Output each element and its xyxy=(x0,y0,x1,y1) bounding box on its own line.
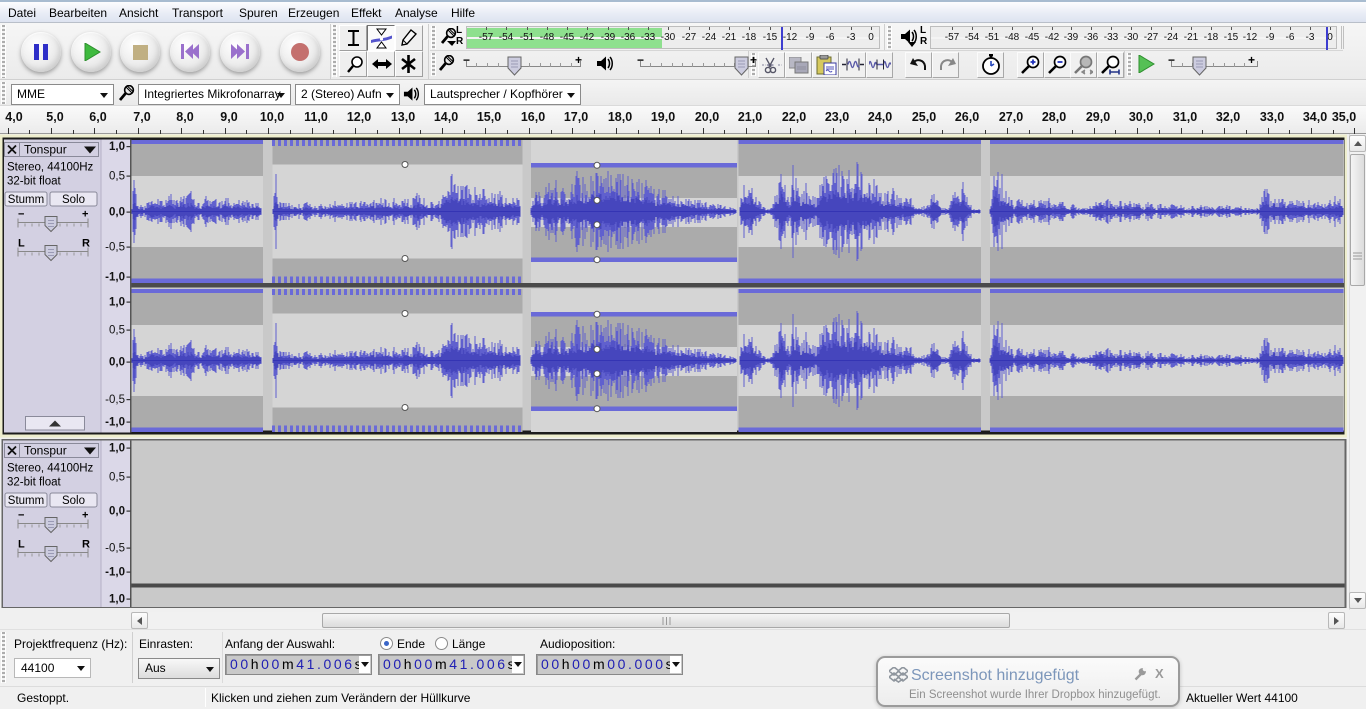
svg-text:R: R xyxy=(82,539,90,551)
svg-text:L: L xyxy=(18,539,25,551)
svg-text:1,0: 1,0 xyxy=(109,297,125,309)
svg-text:0,0: 0,0 xyxy=(109,207,125,219)
svg-text:-0,5: -0,5 xyxy=(105,543,125,555)
svg-text:0,5: 0,5 xyxy=(109,171,125,183)
svg-text:-0,5: -0,5 xyxy=(105,242,125,254)
svg-text:1,0: 1,0 xyxy=(109,594,125,606)
svg-text:L: L xyxy=(18,238,25,250)
svg-text:-1,0: -1,0 xyxy=(105,567,125,579)
svg-text:Solo: Solo xyxy=(62,194,85,206)
svg-text:Stereo, 44100Hz: Stereo, 44100Hz xyxy=(7,162,94,174)
svg-text:+: + xyxy=(82,510,88,522)
svg-text:Stumm: Stumm xyxy=(8,495,44,507)
svg-text:−: − xyxy=(18,510,24,522)
svg-text:0,0: 0,0 xyxy=(109,357,125,369)
svg-text:Tonspur: Tonspur xyxy=(24,444,67,458)
svg-text:Stereo, 44100Hz: Stereo, 44100Hz xyxy=(7,463,94,475)
svg-text:1,0: 1,0 xyxy=(109,443,125,455)
svg-text:-1,0: -1,0 xyxy=(105,417,125,429)
svg-text:0,5: 0,5 xyxy=(109,325,125,337)
svg-text:1,0: 1,0 xyxy=(109,141,125,153)
svg-text:−: − xyxy=(18,209,24,221)
svg-text:Stumm: Stumm xyxy=(8,194,44,206)
svg-text:-1,0: -1,0 xyxy=(105,272,125,284)
svg-text:-0,5: -0,5 xyxy=(105,394,125,406)
svg-text:+: + xyxy=(82,209,88,221)
svg-text:R: R xyxy=(82,238,90,250)
svg-text:32-bit float: 32-bit float xyxy=(7,477,62,489)
svg-text:Tonspur: Tonspur xyxy=(24,143,67,157)
svg-text:0,0: 0,0 xyxy=(109,506,125,518)
svg-text:32-bit float: 32-bit float xyxy=(7,176,62,188)
svg-text:0,5: 0,5 xyxy=(109,472,125,484)
svg-text:Solo: Solo xyxy=(62,495,85,507)
